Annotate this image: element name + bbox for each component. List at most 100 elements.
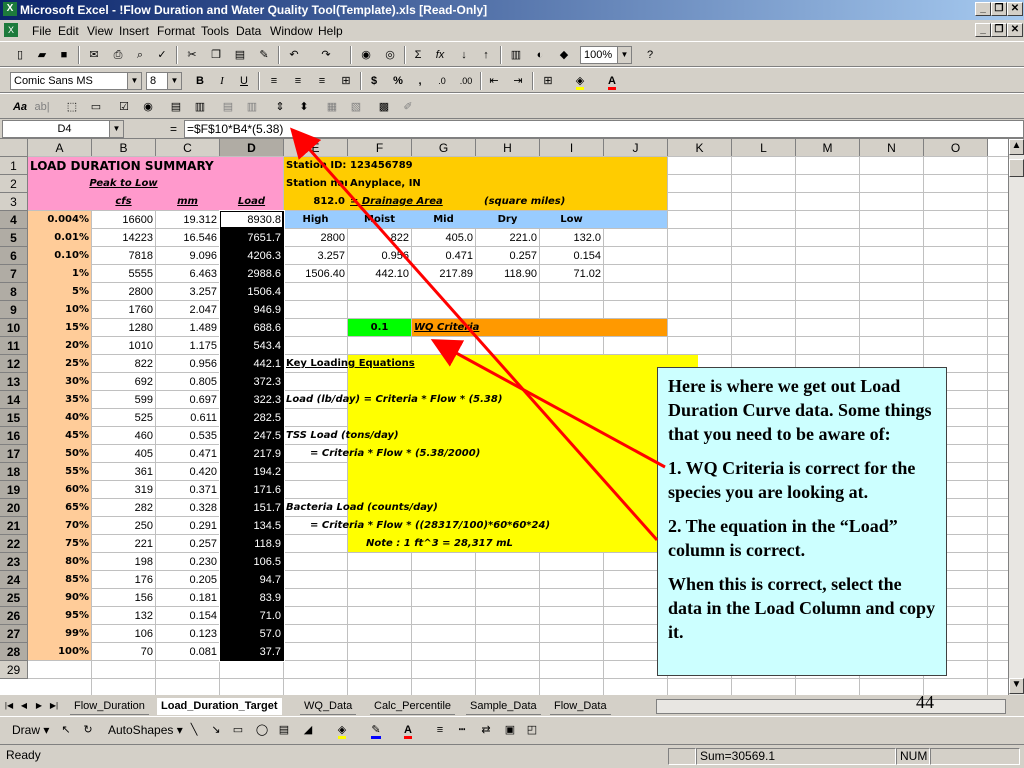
percentile-cell[interactable]: 10% [28,301,91,319]
tab-sample-data[interactable]: Sample_Data [466,698,541,715]
first-sheet-icon[interactable]: |◀ [2,698,16,714]
load-cell[interactable]: 83.9 [220,589,283,607]
flow-zone-cell[interactable]: 822 [348,229,411,247]
percentile-cell[interactable]: 90% [28,589,91,607]
flow-cfs-cell[interactable]: 16600 [92,211,155,229]
hyperlink-icon[interactable]: ◉ [356,46,376,64]
flow-cfs-cell[interactable]: 156 [92,589,155,607]
station-id-label[interactable]: Station ID: [284,157,347,175]
print-preview-icon[interactable]: ⌕ [130,46,150,64]
conversion-note[interactable]: Note : 1 ft^3 = 28,317 mL [348,535,603,553]
percentile-cell[interactable]: 100% [28,643,91,661]
percentile-cell[interactable]: 30% [28,373,91,391]
load-cell[interactable]: 94.7 [220,571,283,589]
horizontal-scrollbar[interactable] [656,699,1006,714]
load-cell[interactable]: 118.9 [220,535,283,553]
flow-cfs-cell[interactable]: 250 [92,517,155,535]
font-size-select[interactable]: 8 ▼ [146,72,182,90]
email-icon[interactable]: ✉ [84,46,104,64]
flow-cfs-cell[interactable]: 282 [92,499,155,517]
flow-cfs-cell[interactable]: 599 [92,391,155,409]
tss-equation-label[interactable]: TSS Load (tons/day) [284,427,603,445]
flow-cfs-cell[interactable]: 405 [92,445,155,463]
col-header-l[interactable]: L [732,139,796,157]
flow-mm-cell[interactable]: 0.257 [156,535,219,553]
percentile-cell[interactable]: 0.01% [28,229,91,247]
flow-mm-cell[interactable]: 0.697 [156,391,219,409]
flow-zone-header[interactable]: Dry [476,211,539,229]
flow-mm-cell[interactable]: 0.611 [156,409,219,427]
borders-icon[interactable]: ⊞ [538,72,558,90]
flow-zone-cell[interactable]: 0.956 [348,247,411,265]
oval-icon[interactable]: ◯ [252,721,272,739]
drawing-icon[interactable]: ◆ [554,46,574,64]
paste-icon[interactable]: ▤ [230,46,250,64]
menu-file[interactable]: File [32,24,51,38]
tab-calc-percentile[interactable]: Calc_Percentile [370,698,456,715]
mm-header[interactable]: mm [156,193,219,211]
combo-dropdown-edit-icon[interactable]: ▥ [242,98,262,116]
flow-cfs-cell[interactable]: 1760 [92,301,155,319]
flow-zone-cell[interactable]: 442.10 [348,265,411,283]
scroll-up-icon[interactable]: ▲ [1009,139,1024,155]
row-header[interactable]: 22 [0,535,28,553]
fill-color-icon[interactable]: ◈ [570,72,590,90]
col-header-b[interactable]: B [92,139,156,157]
load-equation[interactable]: Load (lb/day) = Criteria * Flow * (5.38) [284,391,603,409]
toggle-grid-icon[interactable]: ▩ [374,98,394,116]
undo-icon[interactable]: ↶ [284,46,304,64]
restore-button[interactable]: ❐ [991,2,1007,16]
flow-cfs-cell[interactable]: 14223 [92,229,155,247]
tss-equation[interactable]: = Criteria * Flow * (5.38/2000) [284,445,603,463]
flow-mm-cell[interactable]: 16.546 [156,229,219,247]
edit-code-icon[interactable]: ▧ [346,98,366,116]
tab-flow-data[interactable]: Flow_Data [550,698,611,715]
percentile-cell[interactable]: 75% [28,535,91,553]
load-cell[interactable]: 2988.6 [220,265,283,283]
flow-cfs-cell[interactable]: 70 [92,643,155,661]
row-header[interactable]: 18 [0,463,28,481]
vertical-scrollbar[interactable]: ▲ ▼ [1008,139,1024,695]
percentile-cell[interactable]: 35% [28,391,91,409]
flow-cfs-cell[interactable]: 2800 [92,283,155,301]
minimize-button[interactable]: _ [975,2,991,16]
col-header-i[interactable]: I [540,139,604,157]
draw-fill-color-icon[interactable]: ◈ [332,721,352,739]
italic-icon[interactable]: I [212,72,232,90]
row-header[interactable]: 25 [0,589,28,607]
equations-title[interactable]: Key Loading Equations [284,355,475,373]
row-header[interactable]: 23 [0,553,28,571]
row-header[interactable]: 14 [0,391,28,409]
flow-cfs-cell[interactable]: 525 [92,409,155,427]
rectangle-icon[interactable]: ▭ [228,721,248,739]
flow-cfs-cell[interactable]: 7818 [92,247,155,265]
col-header-o[interactable]: O [924,139,988,157]
print-icon[interactable]: ⎙ [108,46,128,64]
select-all-corner[interactable] [0,139,28,157]
flow-cfs-cell[interactable]: 361 [92,463,155,481]
wq-criteria-label[interactable]: WQ Criteria [412,319,539,337]
close-button[interactable]: ✕ [1007,2,1023,16]
menu-help[interactable]: Help [318,24,343,38]
percent-icon[interactable]: % [388,72,408,90]
row-header[interactable]: 20 [0,499,28,517]
flow-mm-cell[interactable]: 1.489 [156,319,219,337]
load-cell[interactable]: 134.5 [220,517,283,535]
label-icon[interactable]: Aa [10,98,30,116]
percentile-cell[interactable]: 85% [28,571,91,589]
percentile-cell[interactable]: 0.004% [28,211,91,229]
flow-mm-cell[interactable]: 0.081 [156,643,219,661]
flow-mm-cell[interactable]: 19.312 [156,211,219,229]
row-header[interactable]: 2 [0,175,28,193]
flow-cfs-cell[interactable]: 176 [92,571,155,589]
flow-zone-cell[interactable]: 0.257 [476,247,539,265]
row-header[interactable]: 3 [0,193,28,211]
load-cell[interactable]: 543.4 [220,337,283,355]
col-header-g[interactable]: G [412,139,476,157]
last-sheet-icon[interactable]: ▶| [47,698,61,714]
combo-box-icon[interactable]: ▥ [190,98,210,116]
prev-sheet-icon[interactable]: ◀ [17,698,31,714]
flow-mm-cell[interactable]: 1.175 [156,337,219,355]
menu-view[interactable]: View [87,24,113,38]
flow-zone-cell[interactable]: 405.0 [412,229,475,247]
